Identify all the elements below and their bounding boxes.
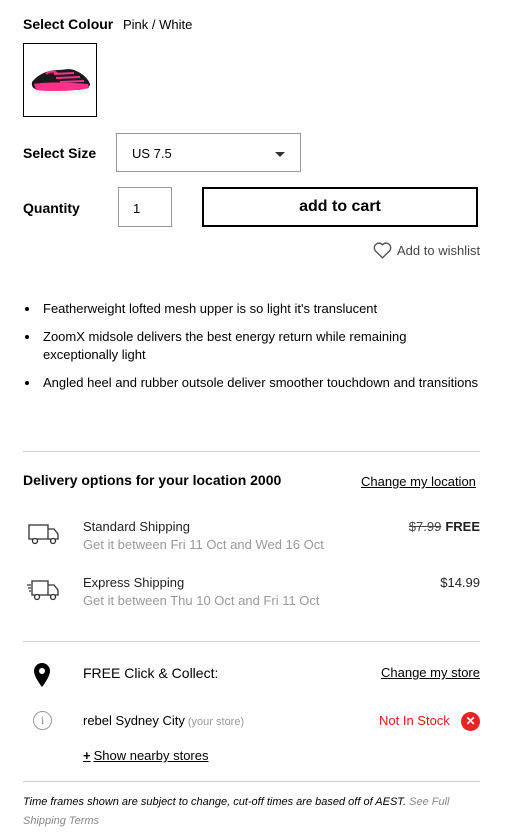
- feature-text: Featherweight lofted mesh upper is so li…: [43, 301, 378, 316]
- change-store-link[interactable]: Change my store: [381, 665, 480, 680]
- feature-text: ZoomX midsole delivers the best energy r…: [43, 329, 407, 362]
- divider: [23, 641, 480, 642]
- feature-item: Featherweight lofted mesh upper is so li…: [23, 300, 483, 318]
- bullet-icon: [25, 335, 29, 339]
- info-icon[interactable]: i: [33, 711, 52, 730]
- location-pin-icon: [34, 663, 50, 687]
- shipping-option-name: Express Shipping: [83, 575, 185, 590]
- shipping-option-price: $14.99: [440, 575, 480, 590]
- shipping-footnote: Time frames shown are subject to change,…: [23, 793, 463, 831]
- feature-list: Featherweight lofted mesh upper is so li…: [23, 300, 483, 402]
- add-to-wishlist-link[interactable]: Add to wishlist: [373, 240, 480, 260]
- bullet-icon: [25, 381, 29, 385]
- close-circle-icon: ✕: [461, 712, 480, 731]
- add-to-cart-button[interactable]: add to cart: [202, 187, 478, 227]
- change-location-link[interactable]: Change my location: [361, 474, 476, 489]
- bullet-icon: [25, 307, 29, 311]
- quantity-value: 1: [133, 201, 141, 216]
- divider: [23, 781, 480, 782]
- size-label: Select Size: [23, 145, 97, 161]
- footnote-text: Time frames shown are subject to change,…: [23, 796, 407, 808]
- colour-swatch-pink-white[interactable]: [23, 43, 97, 117]
- size-select[interactable]: US 7.5: [116, 133, 301, 172]
- feature-item: Angled heel and rubber outsole deliver s…: [23, 374, 483, 392]
- shoe-image: [31, 69, 90, 95]
- old-price: $7.99: [408, 519, 442, 534]
- shipping-option-window: Get it between Fri 11 Oct and Wed 16 Oct: [83, 537, 324, 552]
- size-selected-value: US 7.5: [132, 146, 172, 161]
- store-name-text: rebel Sydney City: [83, 713, 185, 728]
- show-nearby-stores-link[interactable]: + Show nearby stores: [83, 748, 209, 763]
- plus-icon: +: [83, 748, 91, 763]
- nearby-label: Show nearby stores: [93, 748, 209, 763]
- store-name: rebel Sydney City (your store): [83, 713, 244, 728]
- feature-text: Angled heel and rubber outsole deliver s…: [43, 375, 479, 390]
- wishlist-label: Add to wishlist: [397, 242, 481, 258]
- truck-icon: [28, 524, 59, 545]
- shipping-option-window: Get it between Thu 10 Oct and Fri 11 Oct: [83, 593, 320, 608]
- quantity-input[interactable]: 1: [118, 187, 172, 227]
- fast-truck-icon: [27, 580, 59, 601]
- chevron-down-icon: [275, 152, 285, 157]
- your-store-tag: (your store): [187, 716, 245, 728]
- shipping-option-price: $7.99 FREE: [409, 519, 480, 534]
- current-price: FREE: [445, 519, 480, 534]
- feature-item: ZoomX midsole delivers the best energy r…: [23, 328, 483, 364]
- stock-status: Not In Stock: [379, 713, 450, 728]
- divider: [23, 451, 480, 452]
- colour-value: Pink / White: [123, 17, 193, 32]
- quantity-label: Quantity: [23, 200, 80, 216]
- click-collect-title: FREE Click & Collect:: [83, 665, 219, 681]
- heart-icon: [373, 241, 392, 259]
- colour-label: Select Colour: [23, 16, 114, 32]
- delivery-title: Delivery options for your location 2000: [23, 472, 282, 488]
- shipping-option-name: Standard Shipping: [83, 519, 190, 534]
